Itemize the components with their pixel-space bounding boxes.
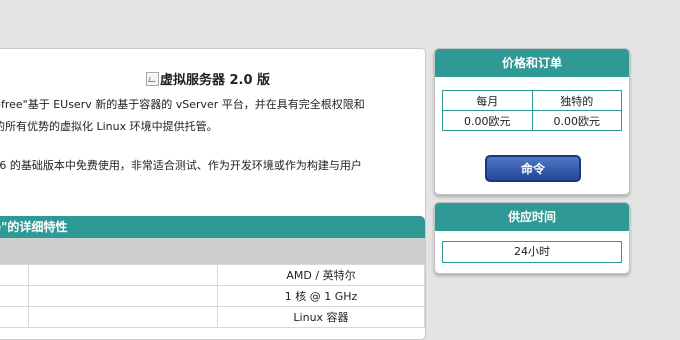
broken-image-icon bbox=[145, 72, 159, 86]
product-description-panel: 虚拟服务器 2.0 版 S2-free"基于 EUserv 新的基于容器的 vS… bbox=[0, 48, 426, 340]
table-row: 每月 独特的 bbox=[442, 90, 622, 111]
price-panel-title: 价格和订单 bbox=[435, 49, 629, 77]
table-row: 0.00欧元 0.00欧元 bbox=[442, 110, 622, 131]
availability-panel: 供应时间 24小时 bbox=[434, 202, 630, 274]
one-time-price: 0.00欧元 bbox=[531, 110, 622, 131]
order-button[interactable]: 命令 bbox=[485, 155, 581, 182]
features-table: AMD / 英特尔 1 核 @ 1 GHz Linux 容器 bbox=[0, 264, 425, 328]
feature-cell bbox=[0, 306, 29, 328]
table-row: 1 核 @ 1 GHz bbox=[0, 285, 425, 307]
description-line-3: IPv6 的基础版本中免费使用，非常适合测试、作为开发环境或作为构建与用户 bbox=[0, 159, 362, 172]
price-table: 每月 独特的 0.00欧元 0.00欧元 bbox=[442, 90, 622, 131]
price-order-panel: 价格和订单 每月 独特的 0.00欧元 0.00欧元 命令 bbox=[434, 48, 630, 195]
feature-label-cell bbox=[28, 264, 218, 286]
availability-panel-title: 供应时间 bbox=[435, 203, 629, 231]
feature-label-cell bbox=[28, 306, 218, 328]
feature-value-cell: AMD / 英特尔 bbox=[217, 264, 425, 286]
page-title: 虚拟服务器 2.0 版 bbox=[0, 69, 425, 88]
monthly-header: 每月 bbox=[442, 90, 533, 111]
feature-label-cell bbox=[28, 285, 218, 307]
table-row: Linux 容器 bbox=[0, 306, 425, 328]
feature-cell bbox=[0, 285, 29, 307]
feature-value-cell: 1 核 @ 1 GHz bbox=[217, 285, 425, 307]
description-line-1: S2-free"基于 EUserv 新的基于容器的 vServer 平台，并在具… bbox=[0, 98, 365, 111]
feature-value-cell: Linux 容器 bbox=[217, 306, 425, 328]
availability-value: 24小时 bbox=[442, 241, 622, 263]
features-subheader bbox=[0, 238, 425, 264]
page-title-text: 虚拟服务器 2.0 版 bbox=[159, 73, 271, 88]
monthly-price: 0.00欧元 bbox=[442, 110, 533, 131]
feature-cell bbox=[0, 264, 29, 286]
description-line-2: 器的所有优势的虚拟化 Linux 环境中提供托管。 bbox=[0, 120, 218, 133]
features-header: e"的详细特性 bbox=[0, 216, 425, 238]
table-row: AMD / 英特尔 bbox=[0, 264, 425, 286]
one-time-header: 独特的 bbox=[531, 90, 622, 111]
